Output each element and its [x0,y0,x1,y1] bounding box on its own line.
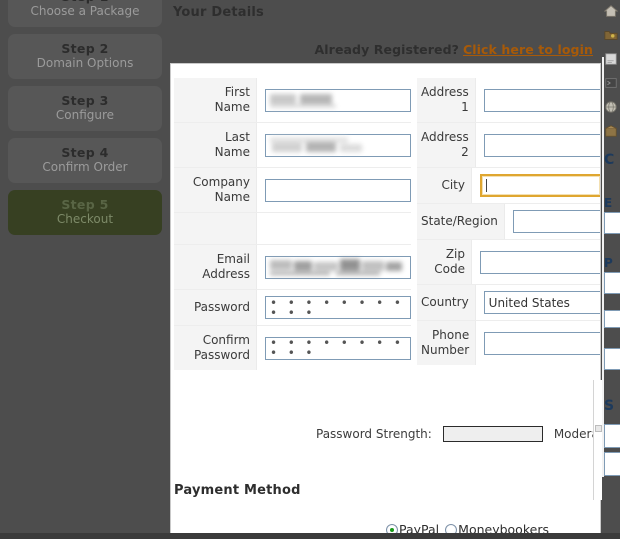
right-panel-input-5[interactable] [604,452,620,476]
right-panel-input-3[interactable] [604,310,620,328]
email-address-input[interactable] [265,255,411,279]
folder-icon[interactable] [604,28,618,42]
form-column-left: First Name Last Name Company Name Email … [171,64,411,370]
phone-number-input[interactable] [484,331,600,355]
field-row-last-name: Last Name [174,123,411,168]
checkout-page: Step 1 Choose a Package Step 2 Domain Op… [0,0,620,539]
step-1-label: Choose a Package [30,4,140,18]
scrollbar-track[interactable] [593,380,602,500]
right-panel-input-1[interactable] [604,212,620,234]
right-side-panel: C E P S [602,0,620,539]
step-4-number: Step 4 [61,145,109,160]
field-row-country: Country United States [417,285,600,321]
last-name-label: Last Name [174,123,257,167]
step-3-number: Step 3 [61,93,109,108]
sidebar-step-5[interactable]: Step 5 Checkout [8,190,162,235]
page-title: Your Details [173,5,264,20]
field-row-phone-number: Phone Number [417,321,600,365]
right-panel-label-s: S [604,398,615,414]
password-strength-label: Password Strength: [316,427,432,441]
last-name-redacted-value [270,136,390,152]
sidebar-step-2[interactable]: Step 2 Domain Options [8,34,162,79]
password-strength-bar [442,426,543,442]
first-name-label: First Name [174,78,257,122]
step-2-label: Domain Options [36,56,134,70]
step-2-number: Step 2 [61,41,109,56]
company-name-label: Company Name [174,168,257,212]
field-row-zip-code: Zip Code [417,240,600,285]
field-row-city: City [417,168,600,204]
password-masked-value: • • • • • • • • • • • [270,295,405,320]
right-panel-label-e: E [604,196,613,210]
city-input[interactable] [480,174,600,197]
sidebar-step-1[interactable]: Step 1 Choose a Package [8,0,162,27]
payment-method-heading: Payment Method [174,483,301,498]
home-icon[interactable] [604,4,618,18]
field-row-password: Password • • • • • • • • • • • [174,290,411,326]
checkout-steps-sidebar: Step 1 Choose a Package Step 2 Domain Op… [0,0,170,242]
city-label: City [417,168,472,203]
password-strength: Password Strength: Modera [316,426,599,442]
zip-code-label: Zip Code [417,240,472,284]
field-row-address-2: Address 2 [417,123,600,168]
form-column-right: Address 1 Address 2 City State/Region Zi… [411,64,600,370]
field-row-confirm-password: Confirm Password • • • • • • • • • • • [174,326,411,370]
country-selected-value: United States [488,295,570,310]
state-region-input[interactable] [512,210,600,233]
spacer-label [174,213,257,244]
address-1-label: Address 1 [417,78,476,122]
address-2-label: Address 2 [417,123,476,167]
sidebar-step-3[interactable]: Step 3 Configure [8,86,162,131]
sidebar-step-4[interactable]: Step 4 Confirm Order [8,138,162,183]
right-panel-input-4[interactable] [604,424,620,448]
right-panel-button[interactable] [604,348,620,370]
confirm-password-input[interactable]: • • • • • • • • • • • [265,336,411,360]
document-icon[interactable] [604,52,618,66]
state-region-label: State/Region [417,204,505,239]
step-4-label: Confirm Order [42,160,128,174]
email-redacted-value [270,258,406,275]
field-row-spacer [174,213,411,245]
email-address-label: Email Address [174,245,257,289]
zip-code-input[interactable] [480,250,600,274]
globe-icon[interactable] [604,100,618,114]
field-row-address-1: Address 1 [417,78,600,123]
password-label: Password [174,290,257,325]
form-columns: First Name Last Name Company Name Email … [171,64,600,370]
confirm-password-masked-value: • • • • • • • • • • • [270,336,405,360]
password-input[interactable]: • • • • • • • • • • • [265,296,411,319]
address-2-input[interactable] [483,133,600,157]
terminal-icon[interactable] [604,76,618,90]
details-form-panel: First Name Last Name Company Name Email … [170,63,601,539]
field-row-state-region: State/Region [417,204,600,240]
first-name-redacted-value [270,93,370,108]
text-cursor [486,179,487,192]
field-row-first-name: First Name [174,78,411,123]
already-registered: Already Registered? Click here to login [315,42,593,57]
step-5-number: Step 5 [61,197,109,212]
address-1-input[interactable] [483,88,600,112]
already-registered-text: Already Registered? [314,42,459,57]
first-name-input[interactable] [265,88,411,112]
country-label: Country [417,285,476,320]
step-5-label: Checkout [56,212,114,226]
scrollbar-thumb[interactable] [595,425,602,432]
main-content: Your Details Already Registered? Click he… [170,0,620,539]
bottom-bar [0,533,620,539]
login-link[interactable]: Click here to login [463,42,593,57]
country-select[interactable]: United States [483,291,600,314]
field-row-company-name: Company Name [174,168,411,213]
phone-number-label: Phone Number [417,321,477,365]
right-panel-label-p: P [604,256,613,270]
right-panel-label-c: C [604,152,615,168]
package-icon[interactable] [604,124,618,138]
company-name-input[interactable] [265,178,411,202]
last-name-input[interactable] [265,133,411,157]
field-row-email-address: Email Address [174,245,411,290]
confirm-password-label: Confirm Password [174,326,257,370]
step-3-label: Configure [55,108,115,122]
right-panel-input-2[interactable] [604,272,620,294]
